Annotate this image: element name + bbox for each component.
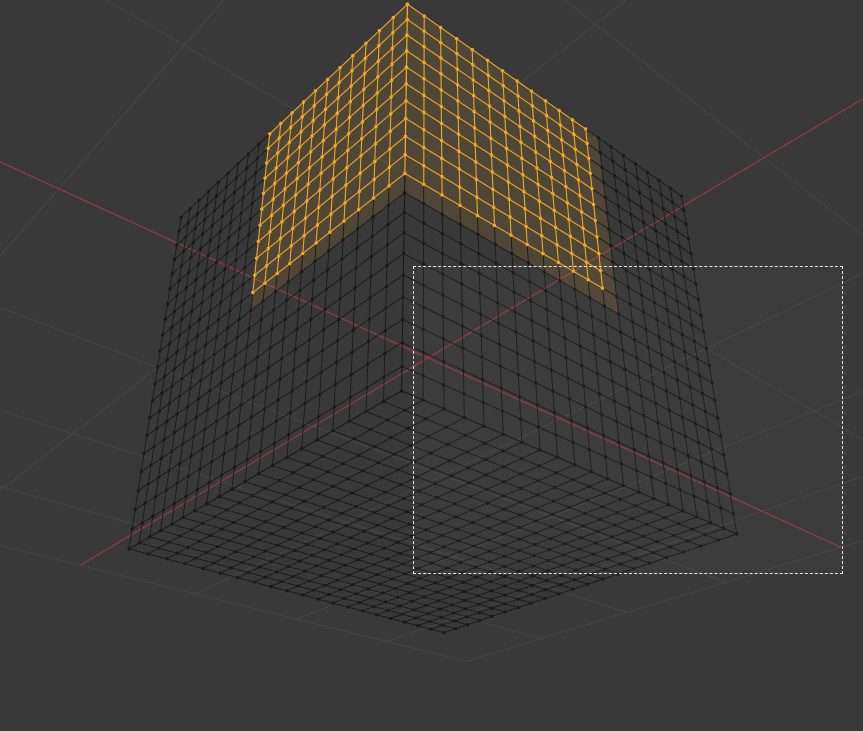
viewport-3d[interactable]	[0, 0, 863, 731]
scene-svg	[0, 0, 863, 731]
